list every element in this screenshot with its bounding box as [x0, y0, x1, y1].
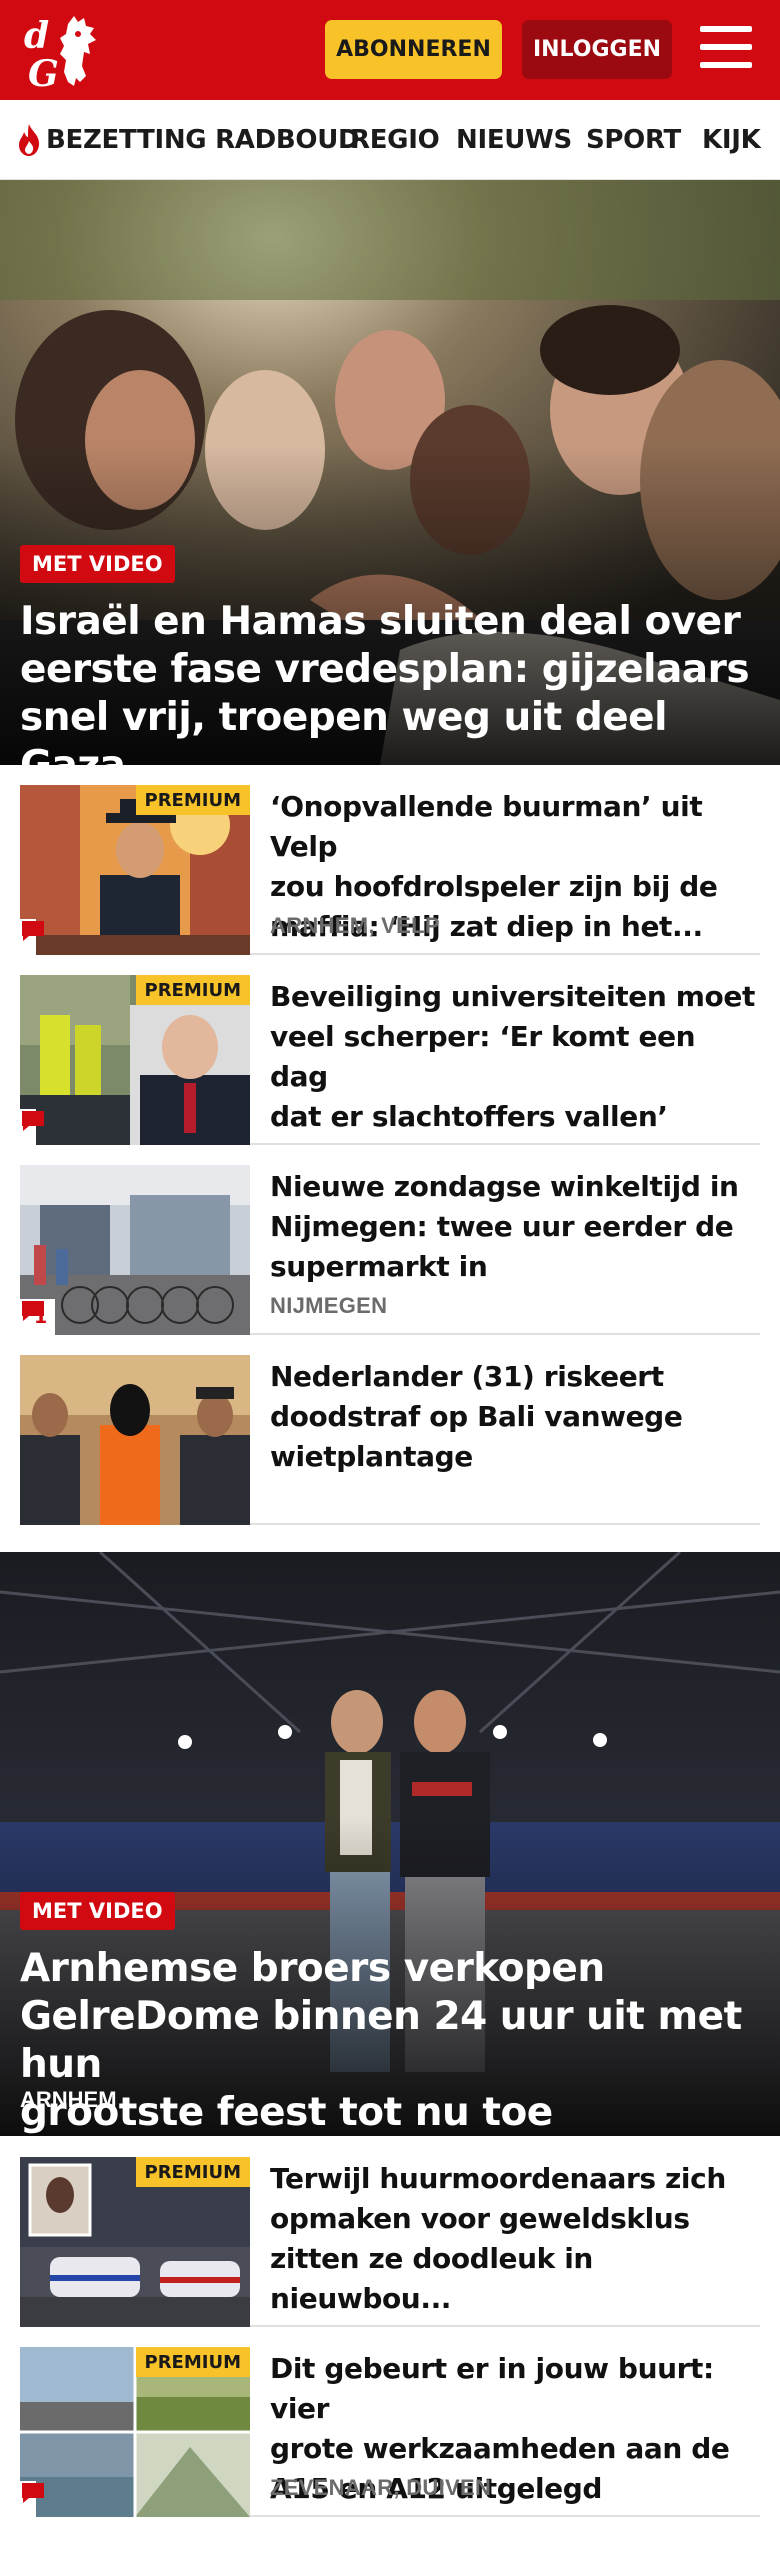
article-title-line: Beveiliging universiteiten moet — [270, 980, 755, 1013]
comment-indicator[interactable]: 1 — [20, 1299, 56, 1335]
comment-indicator[interactable] — [20, 919, 44, 955]
article-title[interactable]: Nieuwe zondagse winkeltijd in Nijmegen: … — [270, 1167, 755, 1287]
nav-item-kijk[interactable]: KIJK — [702, 100, 761, 179]
hero-title: Arnhemse broers verkopen GelreDome binne… — [20, 1945, 780, 2136]
article-item[interactable]: Nederlander (31) riskeert doodstraf op B… — [20, 1335, 760, 1525]
article-location: NIJMEGEN — [270, 1293, 388, 1318]
comment-icon — [22, 921, 44, 941]
article-title[interactable]: Nederlander (31) riskeert doodstraf op B… — [270, 1357, 755, 1477]
video-badge: MET VIDEO — [20, 545, 175, 583]
nav-item-bezetting-radboud[interactable]: BEZETTING RADBOUD — [16, 100, 360, 179]
article-title-line: Nederlander (31) riskeert — [270, 1360, 664, 1393]
section-nav: BEZETTING RADBOUD REGIO NIEUWS SPORT KIJ… — [0, 100, 780, 180]
nav-item-nieuws[interactable]: NIEUWS — [456, 100, 572, 179]
article-item[interactable]: PREMIUM ‘Onopvallende buurman’ uit Velp … — [20, 765, 760, 955]
article-title-line: Terwijl huurmoordenaars zich — [270, 2162, 726, 2195]
article-title[interactable]: Beveiliging universiteiten moet veel sch… — [270, 977, 755, 1137]
hero-title-line: GelreDome binnen 24 uur uit met hun — [20, 1994, 742, 2087]
article-title-line: Nijmegen: twee uur eerder de — [270, 1210, 734, 1243]
nav-label: REGIO — [350, 125, 440, 155]
article-title-line: zou hoofdrolspeler zijn bij de — [270, 870, 718, 903]
article-title[interactable]: Terwijl huurmoordenaars zich opmaken voo… — [270, 2159, 755, 2319]
nav-label: SPORT — [586, 125, 681, 155]
comment-indicator[interactable] — [20, 1109, 44, 1145]
hero-title-line: grootste feest tot nu toe — [20, 2090, 553, 2135]
site-header: d G ABONNEREN INLOGGEN — [0, 0, 780, 100]
article-title-line: zitten ze doodleuk in nieuwbou... — [270, 2242, 593, 2315]
comment-indicator[interactable] — [20, 2481, 44, 2517]
hero-title-line: snel vrij, troepen weg uit deel Gaza — [20, 695, 668, 765]
article-location: ARNHEM, VELP — [270, 913, 440, 938]
article-title-line: supermarkt in — [270, 1250, 488, 1283]
article-title-line: ‘Onopvallende buurman’ uit Velp — [270, 790, 703, 863]
hero-article[interactable]: MET VIDEO Israël en Hamas sluiten deal o… — [0, 180, 780, 765]
login-button[interactable]: INLOGGEN — [522, 20, 672, 79]
article-title-line: veel scherper: ‘Er komt een dag — [270, 1020, 696, 1093]
article-title-line: opmaken voor geweldsklus — [270, 2202, 690, 2235]
premium-badge: PREMIUM — [135, 785, 250, 815]
svg-text:G: G — [28, 53, 59, 90]
article-thumbnail — [20, 1355, 250, 1525]
premium-badge: PREMIUM — [135, 2347, 250, 2377]
thumbnail-image — [20, 1355, 250, 1525]
nav-label: KIJK — [702, 125, 761, 155]
nav-label: BEZETTING RADBOUD — [46, 125, 360, 155]
hero-title-line: Israël en Hamas sluiten deal over — [20, 599, 741, 644]
article-location: ZEVENAAR, DUIVEN — [270, 2475, 492, 2500]
flame-icon — [19, 124, 40, 156]
article-item[interactable]: PREMIUM Beveiliging universiteiten moet … — [20, 955, 760, 1145]
article-title-line: doodstraf op Bali vanwege — [270, 1400, 683, 1433]
article-title-line: grote werkzaamheden aan de — [270, 2432, 730, 2465]
comment-icon — [22, 1111, 44, 1131]
nav-label: NIEUWS — [456, 125, 572, 155]
hero-title: Israël en Hamas sluiten deal over eerste… — [20, 598, 780, 765]
article-title-line: Dit gebeurt er in jouw buurt: vier — [270, 2352, 714, 2425]
article-thumbnail: PREMIUM — [20, 2347, 250, 2517]
article-thumbnail: PREMIUM — [20, 2157, 250, 2327]
nav-item-sport[interactable]: SPORT — [586, 100, 681, 179]
brand-logo[interactable]: d G — [22, 10, 112, 90]
article-title-line: Nieuwe zondagse winkeltijd in — [270, 1170, 739, 1203]
article-title-line: wietplantage — [270, 1440, 473, 1473]
article-title-line: dat er slachtoffers vallen’ — [270, 1100, 668, 1133]
hero-title-line: Arnhemse broers verkopen — [20, 1946, 605, 1991]
comment-icon — [22, 1301, 44, 1321]
premium-badge: PREMIUM — [135, 975, 250, 1005]
nav-item-regio[interactable]: REGIO — [350, 100, 440, 179]
hamburger-icon[interactable] — [700, 24, 752, 70]
hero-location: ARNHEM — [20, 2087, 117, 2112]
subscribe-button[interactable]: ABONNEREN — [325, 20, 502, 79]
article-item[interactable]: PREMIUM Dit gebeurt er in jouw buurt: vi… — [20, 2327, 760, 2517]
premium-badge: PREMIUM — [135, 2157, 250, 2187]
article-thumbnail: PREMIUM — [20, 975, 250, 1145]
hero-title-line: eerste fase vredesplan: gijzelaars — [20, 647, 750, 692]
video-badge: MET VIDEO — [20, 1892, 175, 1930]
article-item[interactable]: PREMIUM Terwijl huurmoordenaars zich opm… — [20, 2137, 760, 2327]
article-thumbnail: PREMIUM — [20, 785, 250, 955]
comment-icon — [22, 2483, 44, 2503]
article-thumbnail: 1 — [20, 1165, 250, 1335]
svg-text:d: d — [24, 15, 49, 57]
article-item[interactable]: 1 Nieuwe zondagse winkeltijd in Nijmegen… — [20, 1145, 760, 1335]
hero-article[interactable]: MET VIDEO Arnhemse broers verkopen Gelre… — [0, 1552, 780, 2136]
